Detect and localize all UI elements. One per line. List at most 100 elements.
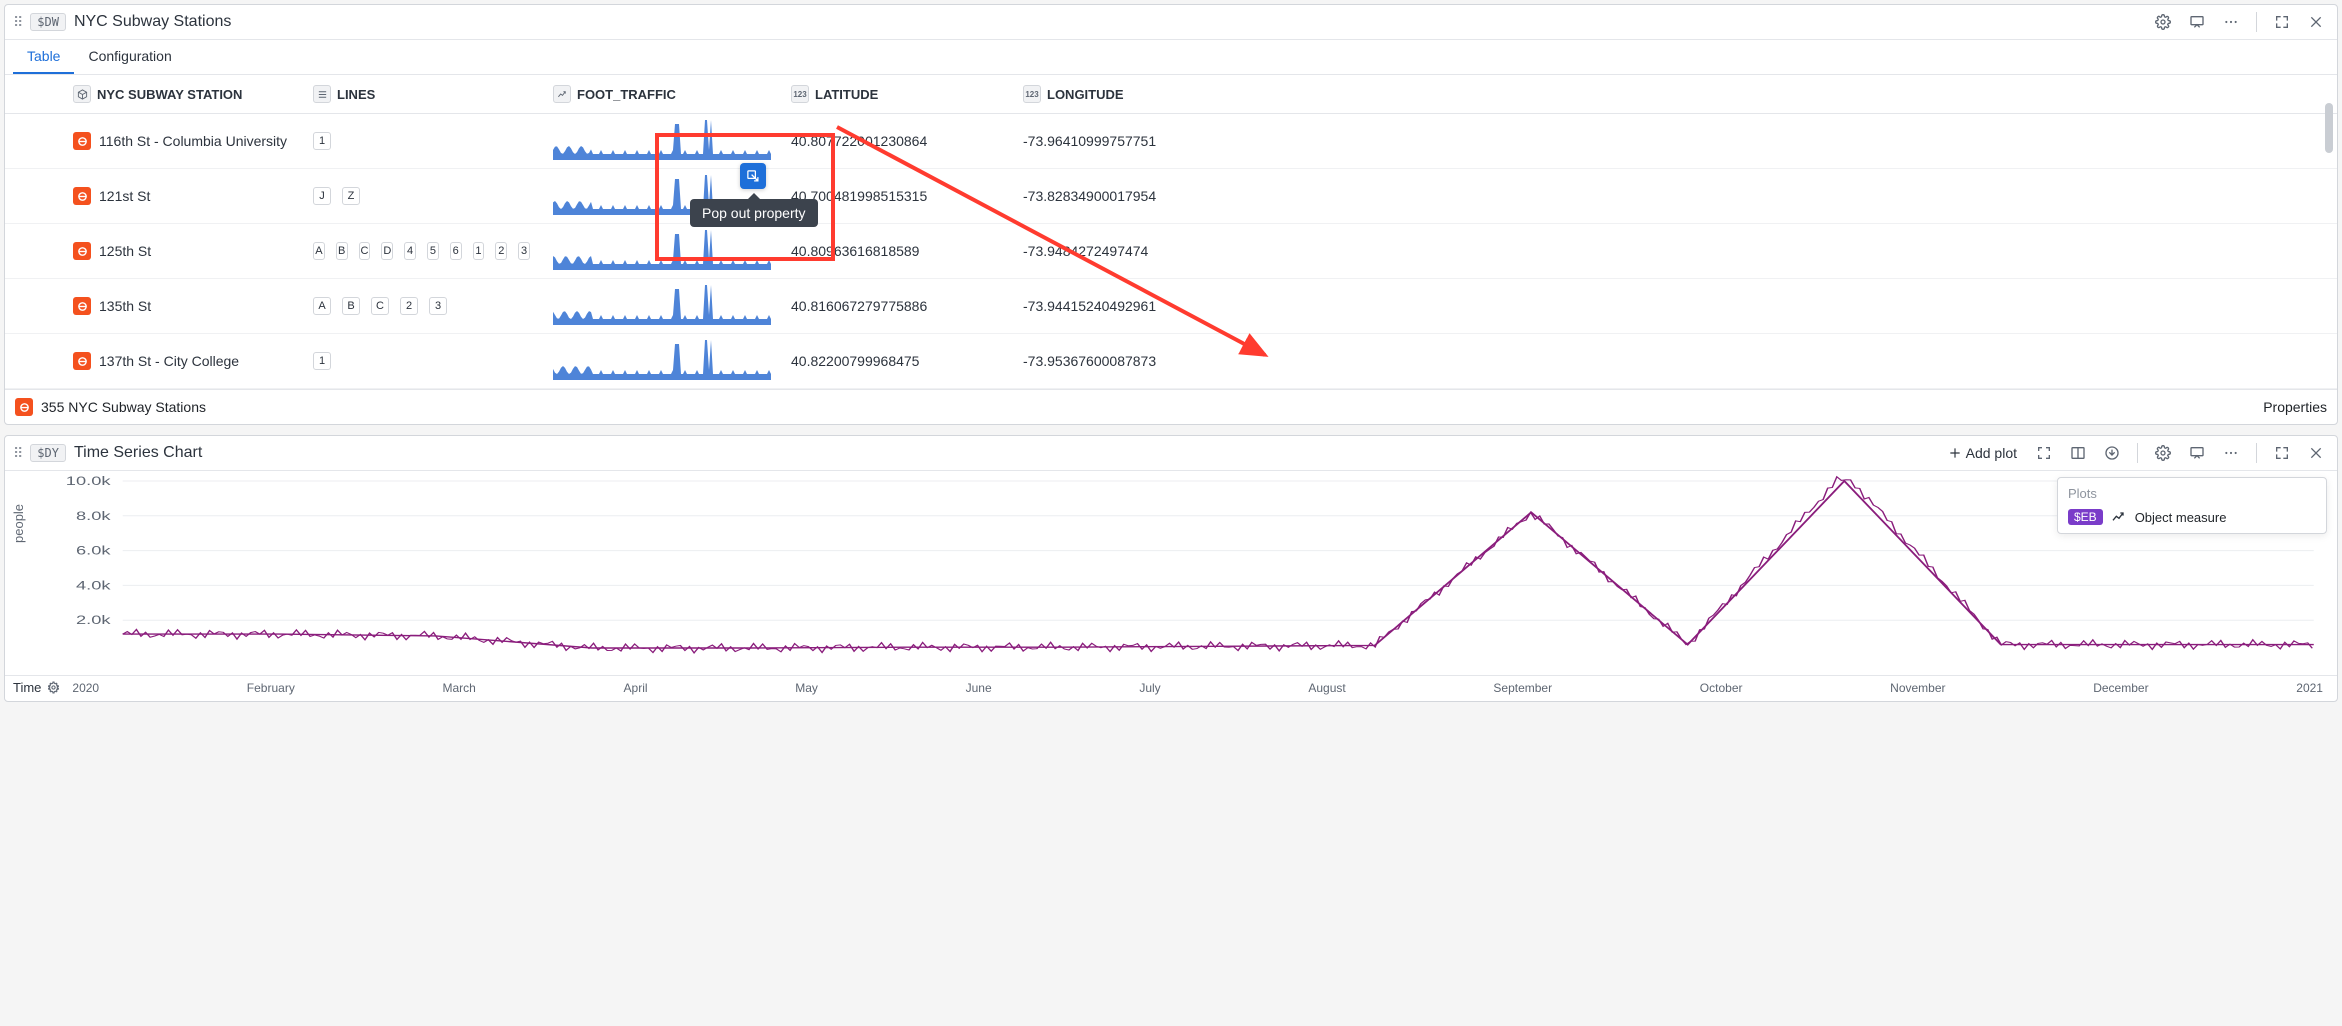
col-header-latitude[interactable]: 123 LATITUDE (781, 75, 1013, 113)
line-chip: D (381, 242, 393, 260)
plots-popover-title: Plots (2068, 486, 2316, 501)
station-type-icon (73, 297, 91, 315)
more-button[interactable] (2218, 440, 2244, 466)
tab-configuration[interactable]: Configuration (74, 40, 185, 74)
gear-icon[interactable] (47, 681, 60, 694)
time-tick: July (1139, 681, 1160, 695)
station-name: 121st St (99, 188, 150, 204)
line-chip: B (336, 242, 348, 260)
table-row[interactable]: 137th St - City College 1 40.82200799968… (5, 334, 2337, 389)
table-header-row: NYC SUBWAY STATION LINES FOOT_TRAFFIC 12… (5, 75, 2337, 114)
col-header-longitude[interactable]: 123 LONGITUDE (1013, 75, 1253, 113)
present-button[interactable] (2184, 440, 2210, 466)
presentation-icon (2189, 14, 2205, 30)
traffic-cell[interactable] (543, 279, 781, 333)
zoom-fit-icon (2036, 445, 2052, 461)
line-chip: 1 (313, 352, 331, 370)
variable-badge[interactable]: $DW (30, 13, 66, 31)
pop-out-property-button[interactable] (740, 163, 766, 189)
timeseries-chart[interactable]: 10.0k8.0k6.0k4.0k2.0k (13, 475, 2329, 665)
station-type-icon (15, 398, 33, 416)
close-icon (2308, 445, 2324, 461)
latitude-cell: 40.82200799968475 (781, 347, 1013, 375)
table-row[interactable]: 125th St ABCD456123 40.80963616818589 -7… (5, 224, 2337, 279)
line-chip: Z (342, 187, 360, 205)
pop-out-tooltip: Pop out property (690, 199, 818, 227)
expand-button[interactable] (2269, 440, 2295, 466)
latitude-cell: 40.816067279775886 (781, 292, 1013, 320)
plots-popover: Plots $EB Object measure (2057, 477, 2327, 534)
add-plot-label: Add plot (1966, 445, 2017, 461)
lines-cell: JZ (303, 181, 543, 211)
expand-button[interactable] (2269, 9, 2295, 35)
col-header-label: FOOT_TRAFFIC (577, 87, 676, 102)
chart-icon (557, 89, 568, 100)
line-chip: A (313, 242, 325, 260)
variable-badge[interactable]: $DY (30, 444, 66, 462)
settings-button[interactable] (2150, 440, 2176, 466)
time-tick: September (1493, 681, 1552, 695)
line-chip: C (359, 242, 371, 260)
zoom-fit-button[interactable] (2031, 440, 2057, 466)
table-row[interactable]: 116th St - Columbia University 1 40.8077… (5, 114, 2337, 169)
split-button[interactable] (2065, 440, 2091, 466)
line-chip: B (342, 297, 360, 315)
table-row[interactable]: 135th St ABC23 40.816067279775886 -73.94… (5, 279, 2337, 334)
latitude-cell: 40.80963616818589 (781, 237, 1013, 265)
drag-handle-icon[interactable]: ⠿ (13, 445, 22, 462)
longitude-cell: -73.95367600087873 (1013, 347, 1253, 375)
longitude-cell: -73.96410999757751 (1013, 127, 1253, 155)
foot-traffic-sparkline (553, 230, 771, 272)
line-chip: J (313, 187, 331, 205)
station-name: 125th St (99, 243, 151, 259)
traffic-cell[interactable] (543, 114, 781, 168)
svg-text:10.0k: 10.0k (66, 475, 111, 488)
latitude-cell: 40.807722001230864 (781, 127, 1013, 155)
table-scrollbar[interactable] (2325, 103, 2335, 153)
svg-text:4.0k: 4.0k (76, 579, 111, 592)
time-tick: October (1700, 681, 1743, 695)
ellipsis-icon (2223, 445, 2239, 461)
close-button[interactable] (2303, 9, 2329, 35)
plot-label: Object measure (2135, 510, 2227, 525)
traffic-cell[interactable] (543, 224, 781, 278)
table-row[interactable]: 121st St JZ 40.700481998515315 -73.82834… (5, 169, 2337, 224)
stations-table: NYC SUBWAY STATION LINES FOOT_TRAFFIC 12… (5, 75, 2337, 389)
plot-variable-badge[interactable]: $EB (2068, 509, 2103, 525)
line-chip: A (313, 297, 331, 315)
chart-body: people 10.0k8.0k6.0k4.0k2.0k Plots $EB O… (5, 471, 2337, 675)
drag-handle-icon[interactable]: ⠿ (13, 14, 22, 31)
foot-traffic-sparkline (553, 120, 771, 162)
properties-link[interactable]: Properties (2263, 399, 2327, 415)
download-button[interactable] (2099, 440, 2125, 466)
col-header-traffic[interactable]: FOOT_TRAFFIC (543, 75, 781, 113)
time-tick: April (624, 681, 648, 695)
add-plot-button[interactable]: Add plot (1942, 445, 2023, 461)
tab-table[interactable]: Table (13, 40, 74, 74)
present-button[interactable] (2184, 9, 2210, 35)
col-header-lines[interactable]: LINES (303, 75, 543, 113)
time-tick: November (1890, 681, 1945, 695)
list-icon (317, 89, 328, 100)
col-header-label: LATITUDE (815, 87, 878, 102)
number-icon: 123 (791, 85, 809, 103)
svg-text:8.0k: 8.0k (76, 510, 111, 523)
lines-cell: 1 (303, 126, 543, 156)
panel-title: NYC Subway Stations (74, 13, 231, 31)
time-tick: February (247, 681, 295, 695)
col-header-label: LONGITUDE (1047, 87, 1124, 102)
expand-icon (2274, 14, 2290, 30)
col-header-station[interactable]: NYC SUBWAY STATION (63, 75, 303, 113)
settings-button[interactable] (2150, 9, 2176, 35)
line-chip: 1 (313, 132, 331, 150)
close-button[interactable] (2303, 440, 2329, 466)
pop-out-icon (746, 169, 761, 184)
longitude-cell: -73.82834900017954 (1013, 182, 1253, 210)
time-tick: June (966, 681, 992, 695)
time-tick: August (1308, 681, 1345, 695)
time-label: Time (13, 680, 41, 695)
traffic-cell[interactable] (543, 334, 781, 388)
line-chip: 1 (473, 242, 485, 260)
download-icon (2104, 445, 2120, 461)
more-button[interactable] (2218, 9, 2244, 35)
